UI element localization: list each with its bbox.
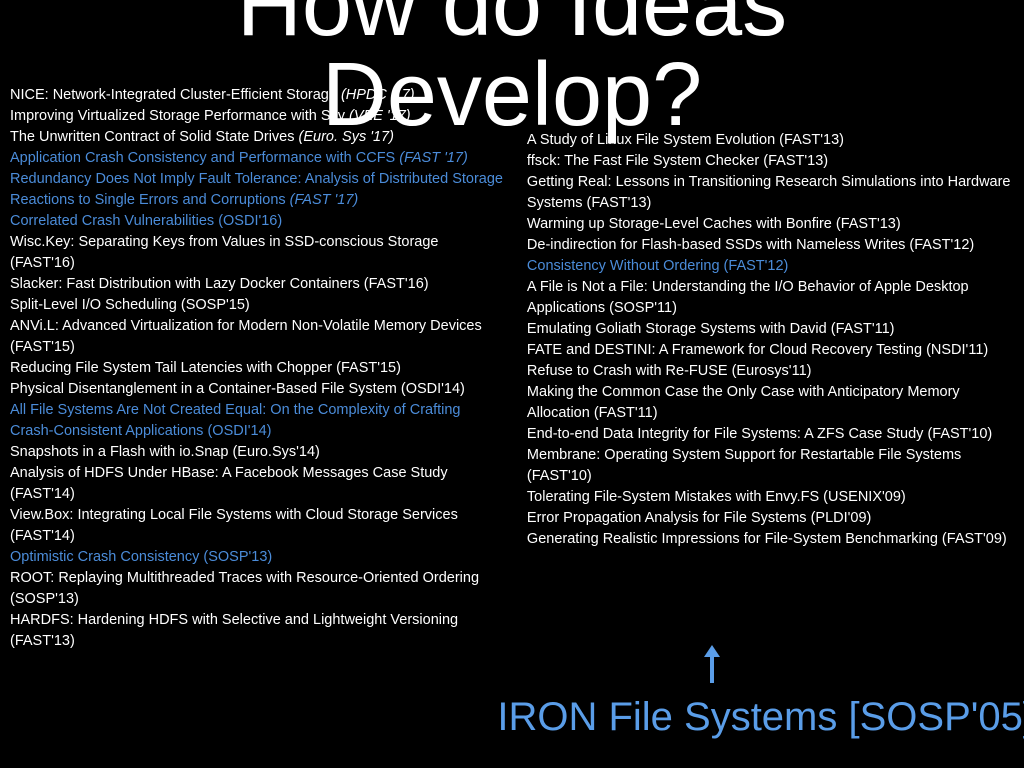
paper-entry: Redundancy Does Not Imply Fault Toleranc…: [10, 169, 507, 211]
paper-entry: Making the Common Case the Only Case wit…: [527, 382, 1014, 424]
paper-entry: Tolerating File-System Mistakes with Env…: [527, 487, 1014, 508]
paper-entry: The Unwritten Contract of Solid State Dr…: [10, 127, 507, 148]
paper-entry: Optimistic Crash Consistency (SOSP'13): [10, 547, 507, 568]
right-column: A Study of Linux File System Evolution (…: [517, 85, 1024, 652]
paper-entry: Wisc.Key: Separating Keys from Values in…: [10, 232, 507, 274]
paper-entry: Emulating Goliath Storage Systems with D…: [527, 319, 1014, 340]
paper-entry: FATE and DESTINI: A Framework for Cloud …: [527, 340, 1014, 361]
paper-entry: Getting Real: Lessons in Transitioning R…: [527, 172, 1014, 214]
arrow-up-icon: [710, 655, 714, 683]
left-column: NICE: Network-Integrated Cluster-Efficie…: [0, 85, 517, 652]
paper-entry: ffsck: The Fast File System Checker (FAS…: [527, 151, 1014, 172]
paper-entry: Correlated Crash Vulnerabilities (OSDI'1…: [10, 211, 507, 232]
paper-entry: View.Box: Integrating Local File Systems…: [10, 505, 507, 547]
paper-entry: Reducing File System Tail Latencies with…: [10, 358, 507, 379]
paper-entry: A File is Not a File: Understanding the …: [527, 277, 1014, 319]
paper-entry: Split-Level I/O Scheduling (SOSP'15): [10, 295, 507, 316]
paper-entry: A Study of Linux File System Evolution (…: [527, 130, 1014, 151]
paper-entry: NICE: Network-Integrated Cluster-Efficie…: [10, 85, 507, 106]
paper-entry: HARDFS: Hardening HDFS with Selective an…: [10, 610, 507, 652]
paper-entry: Generating Realistic Impressions for Fil…: [527, 529, 1014, 550]
paper-entry: Application Crash Consistency and Perfor…: [10, 148, 507, 169]
paper-entry: Physical Disentanglement in a Container-…: [10, 379, 507, 400]
paper-entry: ROOT: Replaying Multithreaded Traces wit…: [10, 568, 507, 610]
paper-entry: Snapshots in a Flash with io.Snap (Euro.…: [10, 442, 507, 463]
iron-label: IRON File Systems [SOSP'05]: [497, 695, 1024, 740]
paper-entry: Warming up Storage-Level Caches with Bon…: [527, 214, 1014, 235]
paper-entry: Error Propagation Analysis for File Syst…: [527, 508, 1014, 529]
paper-entry: De-indirection for Flash-based SSDs with…: [527, 235, 1014, 256]
paper-entry: Improving Virtualized Storage Performanc…: [10, 106, 507, 127]
paper-entry: Membrane: Operating System Support for R…: [527, 445, 1014, 487]
paper-entry: Analysis of HDFS Under HBase: A Facebook…: [10, 463, 507, 505]
content-columns: NICE: Network-Integrated Cluster-Efficie…: [0, 85, 1024, 652]
paper-entry: Consistency Without Ordering (FAST'12): [527, 256, 1014, 277]
paper-entry: All File Systems Are Not Created Equal: …: [10, 400, 507, 442]
paper-entry: End-to-end Data Integrity for File Syste…: [527, 424, 1014, 445]
paper-entry: Slacker: Fast Distribution with Lazy Doc…: [10, 274, 507, 295]
paper-entry: Refuse to Crash with Re-FUSE (Eurosys'11…: [527, 361, 1014, 382]
paper-entry: ANVi.L: Advanced Virtualization for Mode…: [10, 316, 507, 358]
